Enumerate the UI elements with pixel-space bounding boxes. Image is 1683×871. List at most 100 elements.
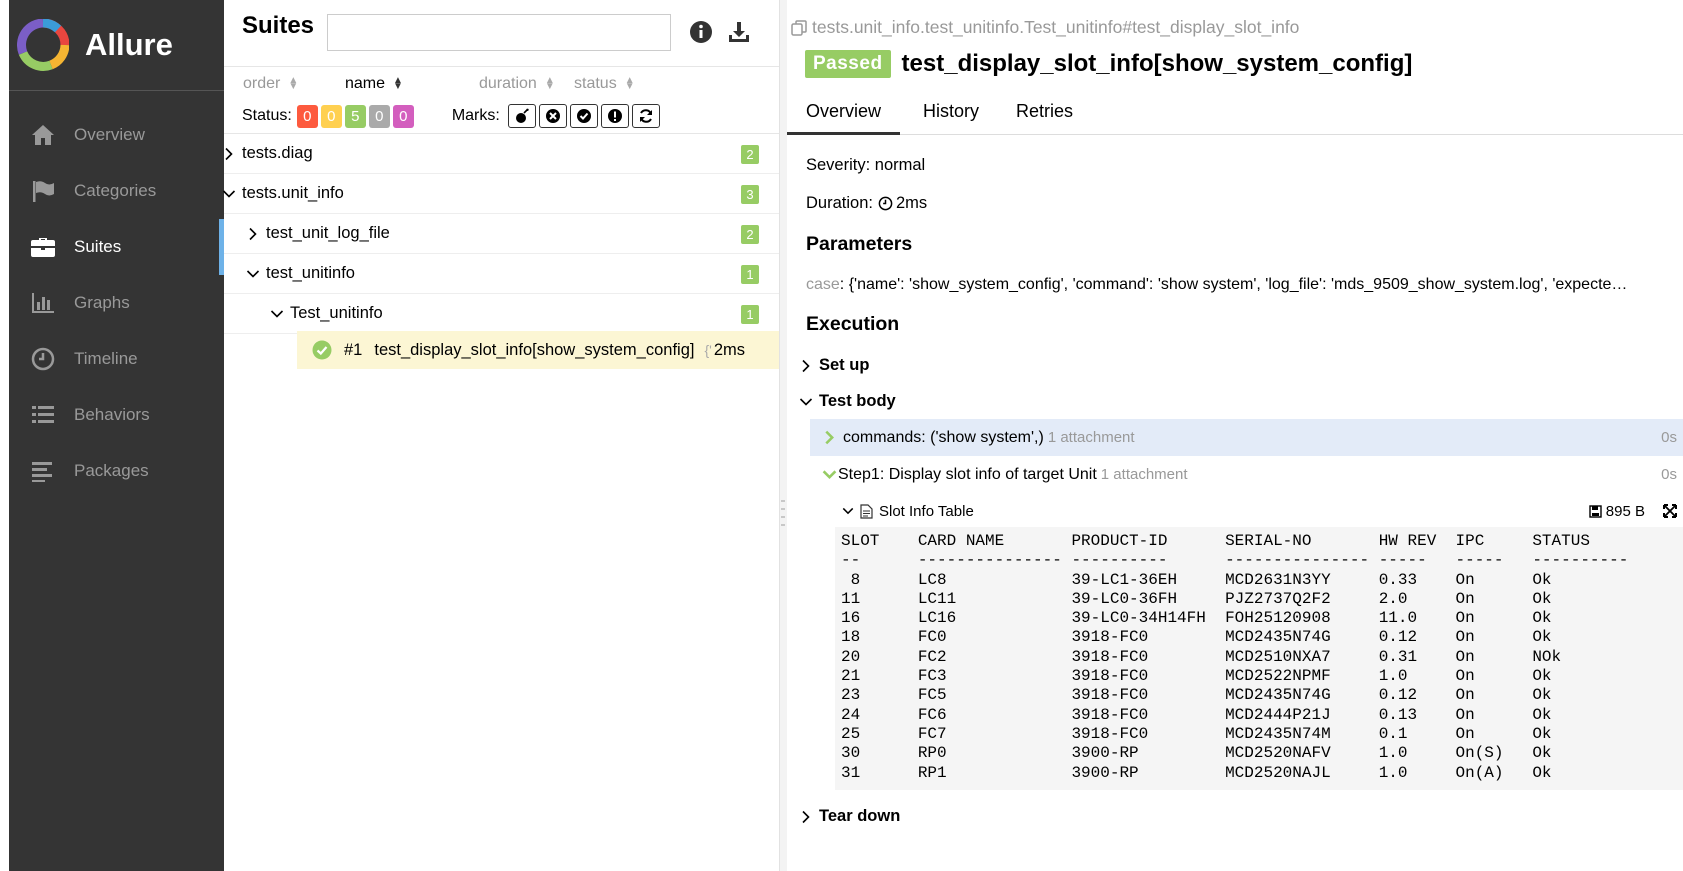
teardown-section[interactable]: Tear down — [799, 807, 900, 826]
briefcase-icon — [29, 233, 57, 261]
status-label: Status: — [242, 107, 292, 124]
sidebar-item-label: Categories — [74, 181, 157, 200]
chevron-down-icon — [222, 189, 236, 198]
sidebar-nav: Overview Categories Suites Graphs Timeli… — [9, 107, 224, 499]
drag-handle-icon[interactable] — [781, 497, 785, 533]
sidebar-item-label: Packages — [74, 461, 149, 480]
passed-check-icon — [312, 340, 332, 360]
setup-section[interactable]: Set up — [799, 356, 869, 375]
status-filter-failed[interactable]: 0 — [296, 104, 318, 128]
table-row: 11 LC11 39-LC0-36FH PJZ2737Q2F2 2.0 On O… — [841, 589, 1552, 608]
mark-flaky-toggle[interactable] — [507, 104, 536, 128]
sidebar-item-timeline[interactable]: Timeline — [9, 331, 224, 387]
suites-tree: tests.diag 2 tests.unit_info 3 test_unit… — [222, 133, 779, 334]
window-edge — [0, 0, 9, 871]
step-display-slot-info[interactable]: Step1: Display slot info of target Unit … — [810, 456, 1683, 493]
sort-label: duration — [479, 75, 537, 92]
table-row: 8 LC8 39-LC1-36EH MCD2631N3YY 0.33 On Ok — [841, 570, 1552, 589]
attachment-size: 895 B — [1605, 502, 1645, 520]
download-icon[interactable] — [727, 20, 751, 44]
app-name: Allure — [85, 27, 173, 62]
parameter-value: : {'name': 'show_system_config', 'comman… — [839, 276, 1628, 293]
sort-status[interactable]: status ▲ ▼ — [574, 75, 635, 93]
status-filter-broken[interactable]: 0 — [320, 104, 342, 128]
mark-retries-toggle[interactable] — [631, 104, 660, 128]
sidebar-item-suites[interactable]: Suites — [9, 219, 224, 275]
tab-retries[interactable]: Retries — [1004, 93, 1092, 135]
sidebar-item-categories[interactable]: Categories — [9, 163, 224, 219]
step-attachment-count: 1 attachment — [1100, 466, 1188, 483]
parameter-row: case: {'name': 'show_system_config', 'co… — [806, 276, 1683, 294]
sort-duration[interactable]: duration ▲ ▼ — [479, 75, 555, 93]
allure-logo — [17, 19, 69, 71]
sort-arrows-icon: ▲ ▼ — [288, 74, 299, 92]
close-circle-icon — [545, 109, 560, 123]
status-badge: Passed — [805, 50, 891, 78]
pane-divider[interactable] — [779, 0, 787, 871]
copy-icon[interactable] — [790, 19, 808, 37]
tab-overview[interactable]: Overview — [787, 93, 901, 135]
bar-chart-icon — [29, 289, 57, 317]
table-row: 20 FC2 3918-FC0 MCD2510NXA7 0.31 On NOk — [841, 647, 1562, 666]
test-details-pane: tests.unit_info.test_unitinfo.Test_uniti… — [787, 0, 1683, 871]
sidebar-item-overview[interactable]: Overview — [9, 107, 224, 163]
home-icon — [29, 121, 57, 149]
chevron-down-icon — [799, 397, 813, 406]
count-badge: 3 — [741, 185, 759, 204]
clock-icon — [878, 196, 893, 211]
test-body-section[interactable]: Test body — [799, 392, 896, 411]
search-input[interactable] — [327, 14, 671, 51]
tree-node-tests-diag[interactable]: tests.diag 2 — [224, 134, 779, 174]
status-filter-unknown[interactable]: 0 — [392, 104, 414, 128]
status-filter-skipped[interactable]: 0 — [368, 104, 390, 128]
step-duration: 0s — [1661, 429, 1677, 446]
sort-name[interactable]: name ▲ ▼ — [345, 75, 403, 93]
sidebar-item-label: Behaviors — [74, 405, 150, 424]
test-order: #1 — [344, 340, 363, 359]
expand-icon[interactable] — [1663, 504, 1677, 518]
clock-icon — [29, 345, 57, 373]
brand[interactable]: Allure — [9, 0, 224, 91]
tree-node-test-unitinfo-class[interactable]: Test_unitinfo 1 — [224, 294, 779, 334]
mark-new-failed-toggle[interactable] — [538, 104, 567, 128]
step-label: Step1: Display slot info of target Unit — [838, 465, 1097, 483]
status-filter-passed[interactable]: 5 — [344, 104, 366, 128]
table-row: 16 LC16 39-LC0-34H14FH FOH25120908 11.0 … — [841, 609, 1552, 628]
save-icon[interactable] — [1589, 504, 1602, 518]
table-row: 18 FC0 3918-FC0 MCD2435N74G 0.12 On Ok — [841, 628, 1552, 647]
chevron-down-icon — [842, 507, 854, 515]
chevron-right-icon — [825, 430, 834, 445]
sort-label: name — [345, 75, 386, 92]
align-left-icon — [29, 457, 57, 485]
tree-node-tests-unit-info[interactable]: tests.unit_info 3 — [222, 174, 779, 214]
sort-order[interactable]: order ▲ ▼ — [243, 75, 298, 93]
test-case-row[interactable]: #1 test_display_slot_info[show_system_co… — [297, 331, 779, 369]
suites-pane: Suites order ▲ ▼ name ▲ ▼ duration ▲ ▼ status ▲… — [222, 0, 779, 871]
file-icon — [860, 503, 873, 519]
parameters-heading: Parameters — [806, 233, 913, 255]
marks-label: Marks: — [451, 107, 500, 124]
list-icon — [29, 401, 57, 429]
duration-label: Duration: — [806, 194, 873, 212]
sort-bar: order ▲ ▼ name ▲ ▼ duration ▲ ▼ status ▲ ▼ — [224, 66, 779, 100]
duration-value: 2ms — [895, 194, 928, 212]
tree-node-test-unitinfo[interactable]: test_unitinfo 1 — [224, 254, 779, 294]
breadcrumb-text: tests.unit_info.test_unitinfo.Test_uniti… — [812, 17, 1300, 37]
sidebar-item-behaviors[interactable]: Behaviors — [9, 387, 224, 443]
attachment-header[interactable]: Slot Info Table 895 B — [842, 500, 1683, 522]
slot-info-table: SLOT CARD NAME PRODUCT-ID SERIAL-NO HW R… — [835, 527, 1683, 790]
mark-new-broken-toggle[interactable] — [600, 104, 629, 128]
table-row: 31 RP1 3900-RP MCD2520NAJL 1.0 On(A) Ok — [841, 763, 1552, 782]
chevron-right-icon — [802, 810, 810, 823]
sidebar-item-graphs[interactable]: Graphs — [9, 275, 224, 331]
tree-node-label: tests.diag — [242, 144, 313, 162]
sidebar-item-packages[interactable]: Packages — [9, 443, 224, 499]
info-icon[interactable] — [689, 20, 713, 44]
sidebar: Allure Overview Categories Suites Graphs… — [9, 0, 224, 871]
tree-node-test-unit-log-file[interactable]: test_unit_log_file 2 — [224, 214, 779, 254]
test-duration: 2ms — [713, 340, 745, 359]
mark-new-passed-toggle[interactable] — [569, 104, 598, 128]
tab-history[interactable]: History — [904, 93, 998, 135]
params-glyph: {' — [704, 342, 712, 358]
step-commands[interactable]: commands: ('show system',) 1 attachment … — [810, 419, 1683, 456]
